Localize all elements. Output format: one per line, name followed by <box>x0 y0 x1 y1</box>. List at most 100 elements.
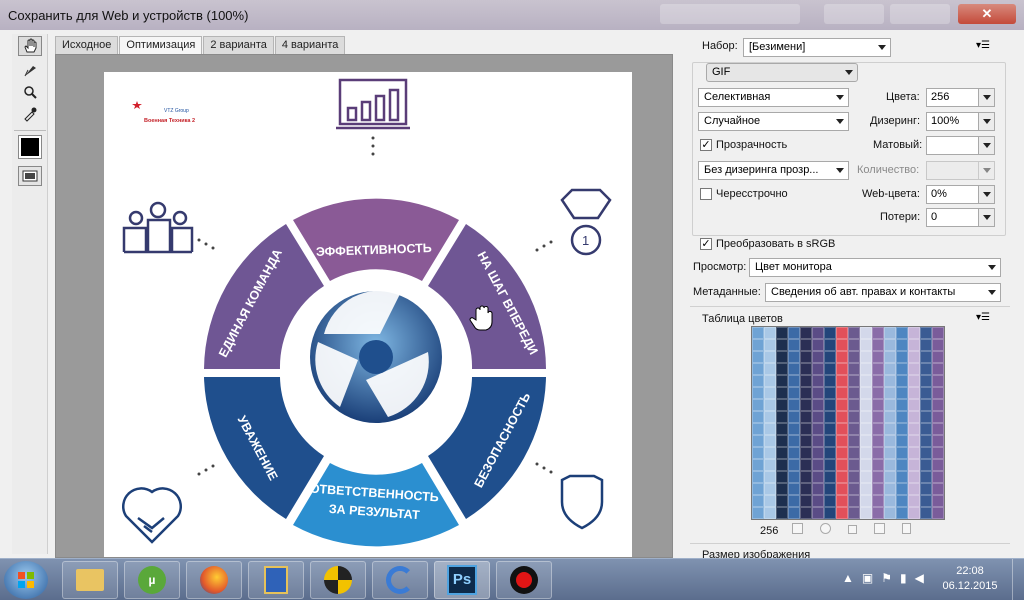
color-swatch[interactable] <box>884 435 896 447</box>
taskbar-recorder[interactable] <box>496 561 552 599</box>
color-swatch[interactable] <box>812 387 824 399</box>
color-swatch[interactable] <box>860 507 872 519</box>
color-swatch[interactable] <box>872 471 884 483</box>
color-swatch[interactable] <box>860 363 872 375</box>
color-swatch[interactable] <box>824 459 836 471</box>
color-swatch[interactable] <box>836 483 848 495</box>
color-swatch[interactable] <box>752 459 764 471</box>
metadata-select[interactable]: Сведения об авт. правах и контакты <box>765 283 1001 302</box>
color-swatch[interactable] <box>848 327 860 339</box>
color-swatch[interactable] <box>788 459 800 471</box>
taskbar-notepad[interactable] <box>248 561 304 599</box>
color-swatch[interactable] <box>764 351 776 363</box>
color-swatch[interactable] <box>932 459 944 471</box>
tray-volume-icon[interactable]: ◀ <box>915 571 924 585</box>
color-swatch[interactable] <box>812 327 824 339</box>
color-swatch[interactable] <box>836 399 848 411</box>
color-swatch[interactable] <box>884 399 896 411</box>
color-swatch[interactable] <box>932 363 944 375</box>
color-swatch[interactable] <box>800 387 812 399</box>
color-swatch[interactable] <box>752 411 764 423</box>
color-swatch[interactable] <box>920 471 932 483</box>
color-swatch[interactable] <box>860 339 872 351</box>
color-swatch[interactable] <box>764 495 776 507</box>
color-swatch[interactable] <box>872 423 884 435</box>
transparency-checkbox[interactable]: ✓ <box>700 139 712 151</box>
color-swatch[interactable] <box>800 351 812 363</box>
color-swatch[interactable] <box>908 435 920 447</box>
color-swatch[interactable] <box>776 435 788 447</box>
tray-network-icon[interactable]: ▮ <box>900 571 907 585</box>
taskbar-ccleaner[interactable] <box>372 561 428 599</box>
color-swatch[interactable] <box>848 447 860 459</box>
color-swatch[interactable] <box>860 423 872 435</box>
zoom-tool[interactable] <box>18 82 42 102</box>
color-swatch[interactable] <box>872 447 884 459</box>
dither-field[interactable]: 100% <box>926 112 995 131</box>
colors-dropdown-button[interactable] <box>978 89 994 106</box>
color-swatch[interactable] <box>812 471 824 483</box>
color-swatch[interactable] <box>860 411 872 423</box>
color-swatch[interactable] <box>848 459 860 471</box>
color-swatch[interactable] <box>836 447 848 459</box>
color-swatch[interactable] <box>908 471 920 483</box>
format-select[interactable]: GIF <box>706 63 858 82</box>
taskbar-firefox[interactable] <box>186 561 242 599</box>
color-swatch[interactable] <box>836 411 848 423</box>
color-swatch[interactable] <box>908 483 920 495</box>
color-swatch[interactable] <box>932 351 944 363</box>
color-swatch[interactable] <box>932 423 944 435</box>
color-swatch[interactable] <box>800 483 812 495</box>
color-swatch[interactable] <box>776 351 788 363</box>
color-swatch[interactable] <box>800 339 812 351</box>
color-swatch[interactable] <box>920 507 932 519</box>
color-swatch[interactable] <box>860 483 872 495</box>
color-swatch[interactable] <box>776 507 788 519</box>
color-swatch[interactable] <box>896 459 908 471</box>
color-swatch[interactable] <box>764 459 776 471</box>
color-swatch[interactable] <box>896 447 908 459</box>
color-swatch[interactable] <box>896 327 908 339</box>
color-swatch[interactable] <box>908 351 920 363</box>
color-swatch[interactable] <box>920 327 932 339</box>
color-swatch[interactable] <box>812 447 824 459</box>
dither-dropdown-button[interactable] <box>978 113 994 130</box>
color-swatch[interactable] <box>860 495 872 507</box>
color-swatch[interactable] <box>872 507 884 519</box>
color-swatch[interactable] <box>824 327 836 339</box>
color-swatch[interactable] <box>908 459 920 471</box>
color-swatch[interactable] <box>920 447 932 459</box>
color-swatch[interactable] <box>908 327 920 339</box>
color-swatch[interactable] <box>800 375 812 387</box>
color-swatch[interactable] <box>848 507 860 519</box>
color-swatch[interactable] <box>872 363 884 375</box>
color-swatch[interactable] <box>812 495 824 507</box>
color-swatch[interactable] <box>860 447 872 459</box>
color-swatch[interactable] <box>812 483 824 495</box>
color-swatch[interactable] <box>752 327 764 339</box>
color-swatch[interactable] <box>824 411 836 423</box>
color-swatch[interactable] <box>932 483 944 495</box>
color-swatch[interactable] <box>884 495 896 507</box>
color-swatch[interactable] <box>860 459 872 471</box>
color-swatch[interactable] <box>860 471 872 483</box>
color-swatch[interactable] <box>920 351 932 363</box>
panel-menu-button[interactable]: ▾☰ <box>976 40 990 51</box>
color-swatch[interactable] <box>860 387 872 399</box>
color-swatch[interactable] <box>848 483 860 495</box>
color-swatch[interactable] <box>788 399 800 411</box>
color-swatch[interactable] <box>764 363 776 375</box>
color-swatch[interactable] <box>860 327 872 339</box>
color-swatch[interactable] <box>776 459 788 471</box>
color-swatch[interactable] <box>824 375 836 387</box>
color-swatch[interactable] <box>932 447 944 459</box>
color-swatch[interactable] <box>848 471 860 483</box>
color-swatch[interactable] <box>896 483 908 495</box>
color-swatch[interactable] <box>884 483 896 495</box>
color-swatch[interactable] <box>860 375 872 387</box>
color-swatch[interactable] <box>884 339 896 351</box>
tab-4-up[interactable]: 4 варианта <box>274 36 346 54</box>
color-swatch[interactable] <box>908 423 920 435</box>
color-swatch[interactable] <box>824 339 836 351</box>
color-swatch[interactable] <box>860 435 872 447</box>
